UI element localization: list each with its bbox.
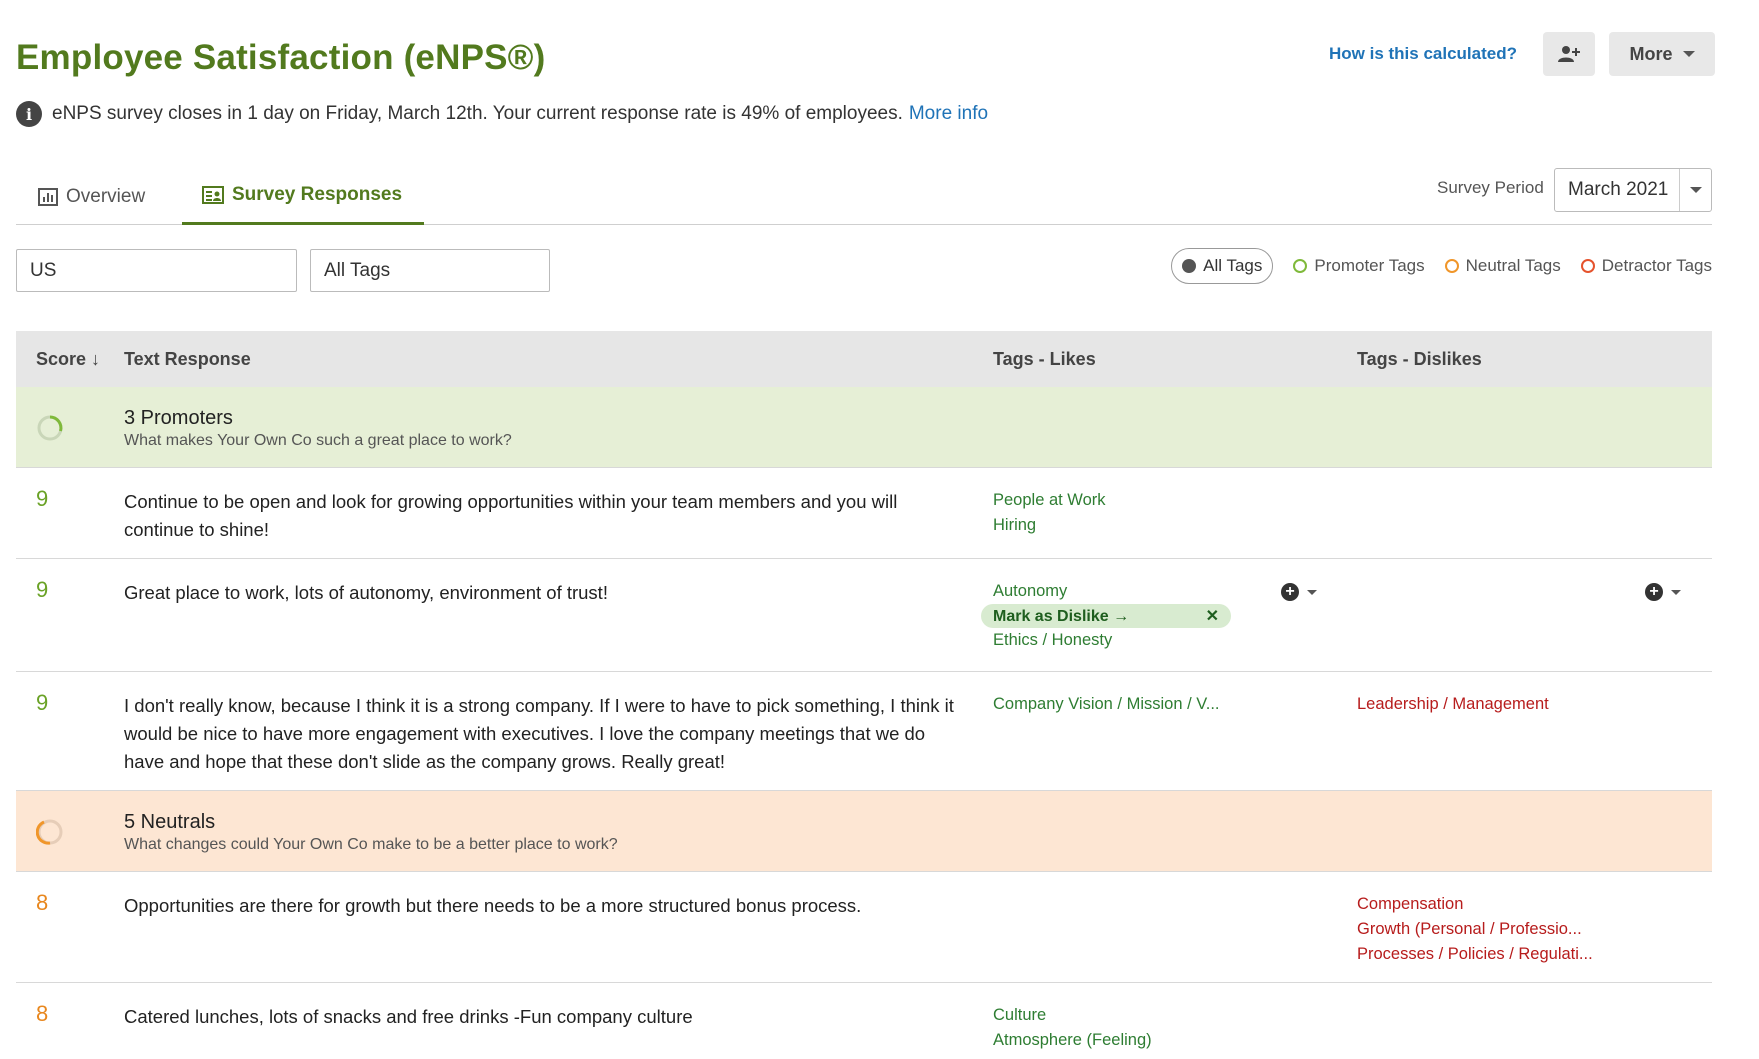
- detractor-tags-label: Detractor Tags: [1601, 256, 1712, 275]
- like-tag[interactable]: Atmosphere (Feeling): [993, 1028, 1152, 1053]
- likes-tags: Company Vision / Mission / V...: [993, 692, 1220, 717]
- mark-as-dislike-pill[interactable]: Mark as Dislike → ✕: [981, 604, 1231, 628]
- dislikes-tags: Leadership / Management: [1357, 692, 1549, 717]
- dislike-tag[interactable]: Processes / Policies / Regulati...: [1357, 942, 1593, 967]
- survey-period-select[interactable]: March 2021: [1554, 168, 1712, 212]
- neutrals-group-header: 5 Neutrals What changes could Your Own C…: [16, 791, 1712, 872]
- like-tag[interactable]: People at Work: [993, 488, 1106, 513]
- table-row: 8 Catered lunches, lots of snacks and fr…: [16, 983, 1712, 1059]
- add-person-button[interactable]: [1543, 32, 1595, 76]
- score-value: 8: [36, 890, 49, 915]
- like-tag[interactable]: Autonomy: [993, 579, 1231, 604]
- location-filter[interactable]: US: [16, 249, 297, 292]
- table-row: 9 Great place to work, lots of autonomy,…: [16, 559, 1712, 672]
- promoters-group-header: 3 Promoters What makes Your Own Co such …: [16, 387, 1712, 468]
- close-icon[interactable]: ✕: [1206, 604, 1219, 629]
- response-text: Opportunities are there for growth but t…: [124, 895, 862, 916]
- promoter-tags-toggle[interactable]: Promoter Tags: [1293, 256, 1425, 276]
- response-text: Great place to work, lots of autonomy, e…: [124, 582, 608, 603]
- likes-column-header: Tags - Likes: [993, 349, 1096, 369]
- all-tags-toggle[interactable]: All Tags: [1171, 248, 1274, 284]
- tab-survey-responses-label: Survey Responses: [232, 184, 403, 205]
- neutrals-question: What changes could Your Own Co make to b…: [124, 836, 618, 853]
- response-text: Catered lunches, lots of snacks and free…: [124, 1006, 693, 1027]
- neutral-tags-toggle[interactable]: Neutral Tags: [1444, 256, 1561, 276]
- dislike-tag[interactable]: Leadership / Management: [1357, 692, 1549, 717]
- all-tags-label: All Tags: [1203, 256, 1263, 275]
- likes-tags: People at Work Hiring: [993, 488, 1106, 538]
- header-actions: How is this calculated? More: [1329, 32, 1715, 76]
- score-value: 9: [36, 690, 49, 715]
- info-message: eNPS survey closes in 1 day on Friday, M…: [52, 103, 903, 124]
- dislike-tag[interactable]: Growth (Personal / Professio...: [1357, 917, 1593, 942]
- chevron-down-icon: [1307, 589, 1317, 595]
- add-person-icon: [1558, 46, 1580, 62]
- table-row: 8 Opportunities are there for growth but…: [16, 872, 1712, 983]
- add-dislike-tag-button[interactable]: +: [1645, 583, 1681, 601]
- likes-tags: Culture Atmosphere (Feeling): [993, 1003, 1152, 1053]
- score-value: 9: [36, 577, 49, 602]
- score-value: 8: [36, 1001, 49, 1026]
- like-tag[interactable]: Hiring: [993, 513, 1106, 538]
- neutral-dot-icon: [1444, 259, 1459, 273]
- chevron-down-icon: [1679, 169, 1711, 211]
- promoter-tags-label: Promoter Tags: [1314, 256, 1425, 275]
- more-button[interactable]: More: [1609, 32, 1715, 76]
- survey-period-value: March 2021: [1568, 179, 1669, 200]
- chevron-down-icon: [1671, 589, 1681, 595]
- plus-circle-icon: +: [1645, 583, 1663, 601]
- response-text: Continue to be open and look for growing…: [124, 491, 898, 540]
- tags-filter[interactable]: All Tags: [310, 249, 550, 292]
- neutral-ring-icon: [36, 819, 63, 845]
- promoters-title: 3 Promoters: [124, 407, 233, 429]
- score-value: 9: [36, 486, 49, 511]
- promoter-ring-icon: [37, 415, 63, 441]
- plus-circle-icon: +: [1281, 583, 1299, 601]
- dislike-tag[interactable]: Compensation: [1357, 892, 1593, 917]
- dislikes-column-header: Tags - Dislikes: [1357, 349, 1482, 369]
- neutral-tags-label: Neutral Tags: [1465, 256, 1561, 275]
- survey-list-icon: [202, 186, 224, 204]
- like-tag[interactable]: Culture: [993, 1003, 1152, 1028]
- promoters-question: What makes Your Own Co such a great plac…: [124, 432, 512, 449]
- info-banner: i eNPS survey closes in 1 day on Friday,…: [16, 101, 988, 127]
- like-tag[interactable]: Company Vision / Mission / V...: [993, 692, 1220, 717]
- more-info-link[interactable]: More info: [909, 103, 988, 125]
- bar-chart-icon: [38, 187, 58, 206]
- tab-overview-label: Overview: [66, 185, 146, 207]
- score-column-header[interactable]: Score ↓: [36, 349, 100, 370]
- radio-selected-icon: [1182, 259, 1197, 273]
- neutrals-title: 5 Neutrals: [124, 811, 216, 833]
- detractor-dot-icon: [1580, 259, 1595, 273]
- survey-period-label: Survey Period: [1437, 178, 1544, 197]
- table-header: Score ↓ Text Response Tags - Likes Tags …: [16, 331, 1712, 387]
- tab-overview[interactable]: Overview: [38, 168, 145, 225]
- text-column-header: Text Response: [124, 349, 251, 369]
- how-calculated-link[interactable]: How is this calculated?: [1329, 44, 1517, 64]
- chevron-down-icon: [1682, 51, 1695, 57]
- like-tag[interactable]: Ethics / Honesty: [993, 628, 1231, 653]
- detractor-tags-toggle[interactable]: Detractor Tags: [1580, 256, 1712, 276]
- response-text: I don't really know, because I think it …: [124, 695, 954, 772]
- table-row: 9 I don't really know, because I think i…: [16, 672, 1712, 791]
- mark-as-dislike-label: Mark as Dislike →: [993, 607, 1130, 625]
- info-icon: i: [16, 101, 42, 127]
- table-row: 9 Continue to be open and look for growi…: [16, 468, 1712, 559]
- dislikes-tags: Compensation Growth (Personal / Professi…: [1357, 892, 1593, 967]
- tab-survey-responses[interactable]: Survey Responses: [182, 168, 425, 225]
- responses-table: Score ↓ Text Response Tags - Likes Tags …: [16, 331, 1712, 1059]
- page-title: Employee Satisfaction (eNPS®): [16, 38, 546, 77]
- promoter-dot-icon: [1293, 259, 1308, 273]
- likes-tags: Autonomy Mark as Dislike → ✕ Ethics / Ho…: [981, 579, 1231, 653]
- tag-filter-group: All Tags Promoter Tags Neutral Tags Detr…: [1171, 248, 1712, 284]
- add-like-tag-button[interactable]: +: [1281, 583, 1317, 601]
- more-label: More: [1629, 43, 1673, 64]
